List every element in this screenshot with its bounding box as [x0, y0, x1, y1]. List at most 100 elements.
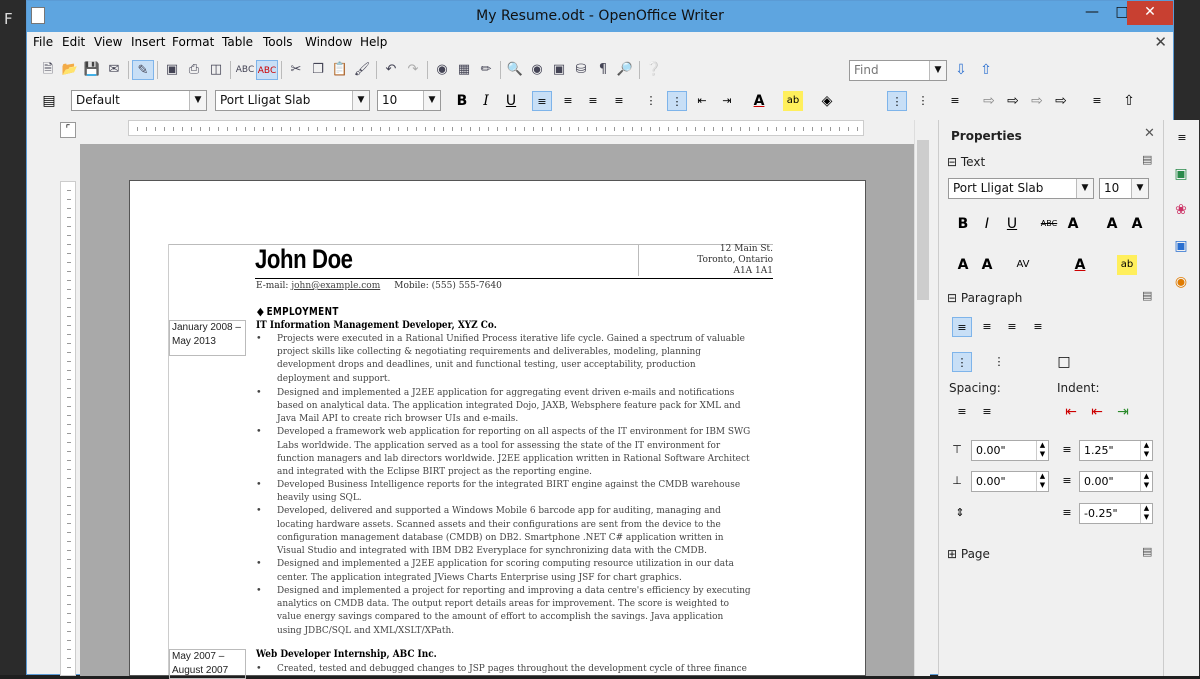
- shrink-font-icon[interactable]: A: [1127, 214, 1147, 234]
- outline-icon[interactable]: A: [953, 255, 973, 275]
- list-icon[interactable]: ≡: [945, 91, 965, 111]
- justify-icon[interactable]: ≡: [609, 91, 629, 111]
- first-line-indent-input[interactable]: -0.25" ▲ ▼: [1079, 503, 1153, 524]
- paragraph-background-icon[interactable]: □: [1054, 352, 1074, 372]
- edit-mode-icon[interactable]: ✎: [132, 60, 154, 80]
- sidebar-justify-icon[interactable]: ≡: [1028, 317, 1048, 337]
- more-options-icon[interactable]: ▤: [1142, 289, 1152, 302]
- menu-edit[interactable]: Edit: [62, 35, 85, 49]
- increase-spacing-icon[interactable]: ≡: [952, 402, 972, 422]
- decrease-indent-icon[interactable]: ⇤: [692, 91, 712, 111]
- sidebar-italic-button[interactable]: I: [977, 214, 997, 234]
- database-icon[interactable]: ⛁: [570, 60, 592, 80]
- below-spacing-icon[interactable]: ⊥: [947, 471, 967, 491]
- styles-icon[interactable]: ▤: [39, 91, 59, 111]
- zoom-icon[interactable]: 🔎: [614, 60, 636, 80]
- find-next-icon[interactable]: ⇩: [951, 60, 971, 80]
- find-input[interactable]: Find ▼: [849, 60, 947, 81]
- font-size-select[interactable]: 10 ▼: [377, 90, 441, 111]
- undo-icon[interactable]: ↶: [380, 60, 402, 80]
- vertical-scrollbar[interactable]: [914, 120, 930, 676]
- sidebar-font-color-icon[interactable]: A: [1070, 255, 1090, 275]
- below-spacing-input[interactable]: 0.00" ▲ ▼: [971, 471, 1049, 492]
- menu-help[interactable]: Help: [360, 35, 387, 49]
- print-icon[interactable]: ⎙: [183, 60, 205, 80]
- underline-button[interactable]: U: [501, 91, 521, 111]
- paste-icon[interactable]: 📋: [329, 60, 351, 80]
- menu-window[interactable]: Window: [305, 35, 352, 49]
- sidebar-menu-icon[interactable]: ≡: [1172, 128, 1192, 148]
- find-replace-icon[interactable]: 🔍: [504, 60, 526, 80]
- bullets-icon[interactable]: ⋮: [667, 91, 687, 111]
- shadow-icon[interactable]: A: [1063, 214, 1083, 234]
- cut-icon[interactable]: ✂: [285, 60, 307, 80]
- menu-file[interactable]: File: [33, 35, 53, 49]
- styles-deck-icon[interactable]: ❀: [1171, 200, 1191, 220]
- before-indent-input[interactable]: 1.25" ▲ ▼: [1079, 440, 1153, 461]
- chevron-down-icon[interactable]: ▼: [352, 91, 369, 110]
- chevron-down-icon[interactable]: ▼: [189, 91, 206, 110]
- sidebar-align-center-icon[interactable]: ≡: [977, 317, 997, 337]
- clone-formatting-icon[interactable]: 🖌: [351, 60, 373, 80]
- help-icon[interactable]: ❔: [643, 60, 665, 80]
- export-pdf-icon[interactable]: ▣: [161, 60, 183, 80]
- redo-icon[interactable]: ↷: [402, 60, 424, 80]
- close-button[interactable]: ✕: [1127, 1, 1173, 25]
- font-name-select[interactable]: Port Lligat Slab ▼: [215, 90, 370, 111]
- sidebar-size-select[interactable]: 10 ▼: [1099, 178, 1149, 199]
- sidebar-bold-button[interactable]: B: [953, 214, 973, 234]
- more-options-icon[interactable]: ▤: [1142, 153, 1152, 166]
- align-right-icon[interactable]: ≡: [583, 91, 603, 111]
- above-spacing-input[interactable]: 0.00" ▲ ▼: [971, 440, 1049, 461]
- open-icon[interactable]: 📂: [59, 60, 81, 80]
- menu-tools[interactable]: Tools: [263, 35, 293, 49]
- spellcheck-icon[interactable]: ABC: [234, 60, 256, 80]
- find-previous-icon[interactable]: ⇧: [976, 60, 996, 80]
- menu-format[interactable]: Format: [172, 35, 214, 49]
- sidebar-highlight-icon[interactable]: ab: [1117, 255, 1137, 275]
- chevron-down-icon[interactable]: ▼: [929, 61, 946, 80]
- insert-unnumbered-icon[interactable]: ≡: [1087, 91, 1107, 111]
- vertical-ruler[interactable]: [60, 181, 76, 676]
- line-spacing-icon[interactable]: ⇕: [950, 503, 970, 523]
- properties-deck-icon[interactable]: ▣: [1171, 164, 1191, 184]
- sidebar-decrease-indent-icon[interactable]: ⇤: [1087, 402, 1107, 422]
- menu-insert[interactable]: Insert: [131, 35, 165, 49]
- font-color-icon[interactable]: A: [749, 91, 769, 111]
- move-up-icon[interactable]: ⇨: [1027, 91, 1047, 111]
- copy-icon[interactable]: ❐: [307, 60, 329, 80]
- new-document-icon[interactable]: 🗎: [37, 60, 59, 80]
- sidebar-numbering-icon[interactable]: ⋮: [989, 352, 1009, 372]
- email-link[interactable]: john@example.com: [291, 281, 380, 291]
- chevron-down-icon[interactable]: ▼: [1131, 179, 1148, 198]
- more-options-icon[interactable]: ▤: [1142, 545, 1152, 558]
- restart-numbering-icon[interactable]: ⇧: [1119, 91, 1139, 111]
- close-document-icon[interactable]: ✕: [1154, 33, 1167, 51]
- page-section-header[interactable]: ⊞ Page: [947, 547, 990, 561]
- gallery-deck-icon[interactable]: ▣: [1171, 236, 1191, 256]
- background-color-icon[interactable]: ◈: [817, 91, 837, 111]
- image-icon[interactable]: ▣: [548, 60, 570, 80]
- text-section-header[interactable]: ⊟ Text: [947, 155, 985, 169]
- navigator-icon[interactable]: ◉: [431, 60, 453, 80]
- increase-indent-icon[interactable]: ⇥: [717, 91, 737, 111]
- strikethrough-icon[interactable]: ABC: [1039, 214, 1059, 234]
- first-line-indent-icon[interactable]: ≡: [1057, 503, 1077, 523]
- align-left-icon[interactable]: ≡: [532, 91, 552, 111]
- before-indent-icon[interactable]: ≡: [1057, 440, 1077, 460]
- save-icon[interactable]: 💾: [81, 60, 103, 80]
- sidebar-increase-indent-icon[interactable]: ⇤: [1061, 402, 1081, 422]
- above-spacing-icon[interactable]: ⊤: [947, 440, 967, 460]
- sidebar-align-left-icon[interactable]: ≡: [952, 317, 972, 337]
- menu-view[interactable]: View: [94, 35, 122, 49]
- bullets-on-icon[interactable]: ⋮: [887, 91, 907, 111]
- horizontal-ruler[interactable]: [128, 120, 864, 136]
- demote-icon[interactable]: ⇨: [1003, 91, 1023, 111]
- bold-button[interactable]: B: [452, 91, 472, 111]
- chevron-down-icon[interactable]: ▼: [1076, 179, 1093, 198]
- tab-stop-selector[interactable]: ⌜: [60, 122, 76, 138]
- sidebar-underline-button[interactable]: U: [1002, 214, 1022, 234]
- italic-button[interactable]: I: [476, 91, 496, 111]
- decrease-spacing-icon[interactable]: ≡: [977, 402, 997, 422]
- numbering-on-icon[interactable]: ⋮: [913, 91, 933, 111]
